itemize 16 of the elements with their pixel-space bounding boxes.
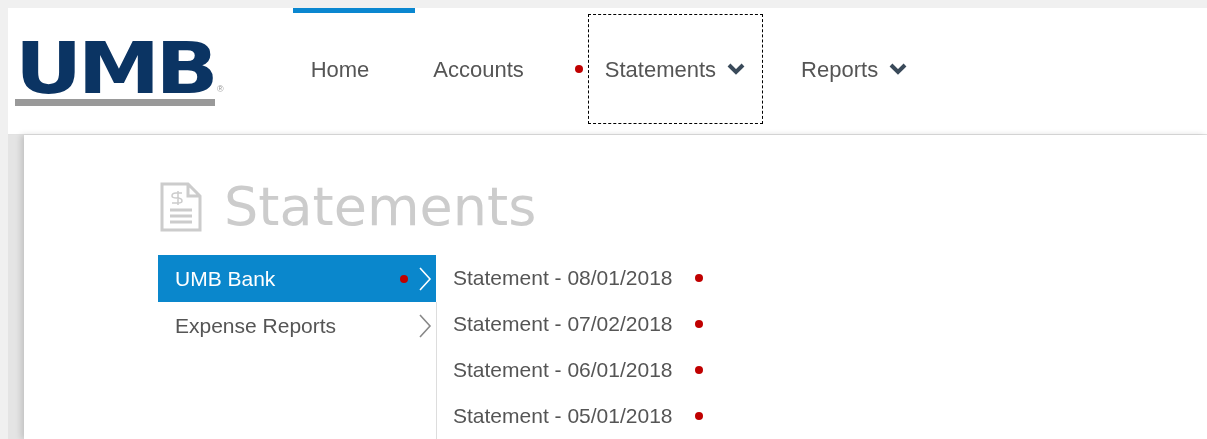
- statement-link[interactable]: Statement - 07/02/2018: [453, 312, 673, 336]
- chevron-down-icon: [888, 62, 909, 76]
- sidebar-item[interactable]: Expense Reports: [158, 302, 436, 349]
- sidebar-item[interactable]: UMB Bank: [158, 255, 436, 302]
- chevron-down-icon: [726, 62, 747, 76]
- chevron-right-icon: [418, 312, 432, 339]
- statement-link[interactable]: Statement - 08/01/2018: [453, 266, 673, 290]
- statement-link[interactable]: Statement - 05/01/2018: [453, 404, 673, 428]
- chevron-right-icon: [418, 265, 432, 292]
- nav-tab[interactable]: Home: [310, 52, 370, 86]
- nav-tab[interactable]: Statements: [587, 14, 764, 124]
- logo: UMB®: [15, 40, 224, 106]
- statement-link[interactable]: Statement - 06/01/2018: [453, 358, 673, 382]
- document-dollar-icon: [158, 182, 204, 232]
- nav-tab[interactable]: Reports: [801, 52, 909, 86]
- nav-tab[interactable]: Accounts: [433, 52, 524, 86]
